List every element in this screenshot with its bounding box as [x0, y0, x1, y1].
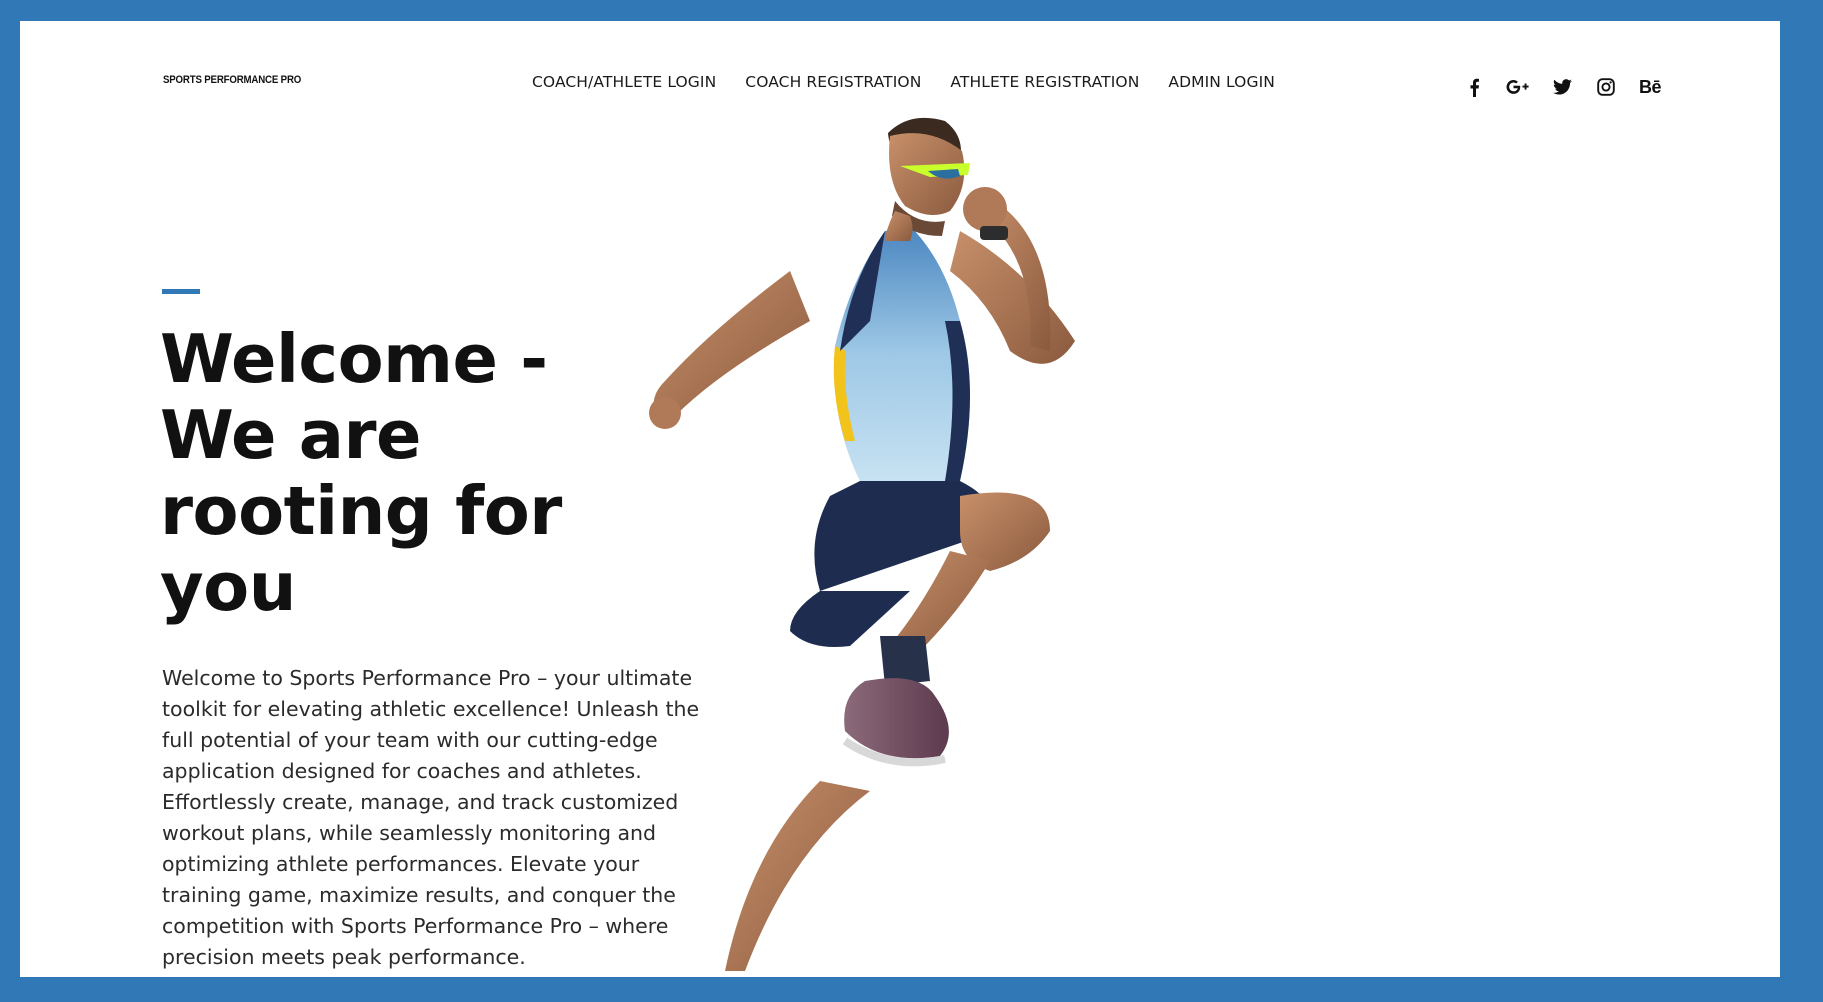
nav-coach-athlete-login[interactable]: COACH/ATHLETE LOGIN: [532, 73, 716, 91]
instagram-icon[interactable]: [1592, 73, 1620, 101]
hero-title: Welcome - We are rooting for you: [160, 321, 640, 625]
nav-athlete-registration[interactable]: ATHLETE REGISTRATION: [950, 73, 1139, 91]
hero-description: Welcome to Sports Performance Pro – your…: [162, 666, 700, 969]
accent-bar: [162, 289, 200, 294]
hero-title-line: Welcome -: [160, 320, 548, 398]
behance-label: Bē: [1638, 76, 1662, 97]
hero-title-line: you: [160, 548, 296, 626]
twitter-icon[interactable]: [1548, 73, 1576, 101]
main-nav: COACH/ATHLETE LOGIN COACH REGISTRATION A…: [532, 73, 1275, 91]
nav-admin-login[interactable]: ADMIN LOGIN: [1168, 73, 1275, 91]
page-frame: SPORTS PERFORMANCE PRO COACH/ATHLETE LOG…: [20, 21, 1780, 977]
nav-coach-registration[interactable]: COACH REGISTRATION: [745, 73, 921, 91]
behance-icon[interactable]: Bē: [1636, 73, 1664, 101]
facebook-icon[interactable]: [1460, 73, 1488, 101]
google-plus-icon[interactable]: [1504, 73, 1532, 101]
hero-title-line: rooting for: [160, 472, 562, 550]
hero-title-line: We are: [160, 396, 421, 474]
social-links: Bē: [1460, 73, 1664, 101]
brand-logo[interactable]: SPORTS PERFORMANCE PRO: [163, 74, 301, 86]
